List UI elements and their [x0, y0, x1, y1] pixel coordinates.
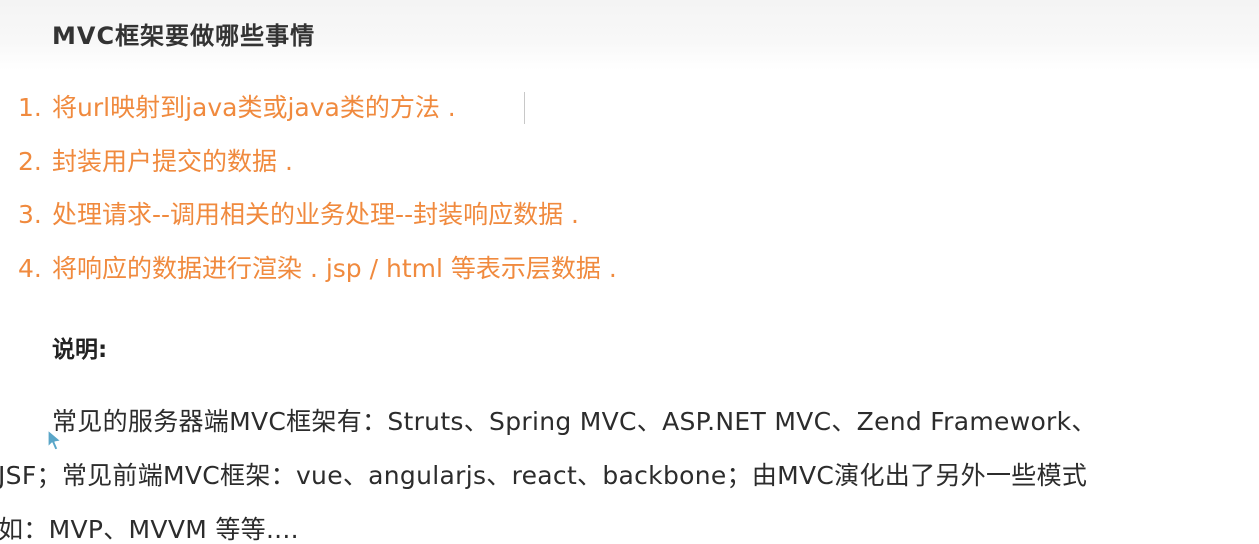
list-item: 2. 封装用户提交的数据 .	[18, 142, 617, 196]
note-heading: 说明:	[52, 337, 108, 363]
list-item: 3. 处理请求--调用相关的业务处理--封装响应数据 .	[18, 195, 617, 249]
page-title: MVC框架要做哪些事情	[52, 22, 316, 50]
list-item-text: 将url映射到java类或java类的方法 .	[52, 93, 456, 122]
list-item-text: 处理请求--调用相关的业务处理--封装响应数据 .	[52, 200, 579, 229]
text-caret	[524, 92, 525, 124]
steps-list: 1. 将url映射到java类或java类的方法 . 2. 封装用户提交的数据 . …	[18, 88, 617, 302]
list-item: 4. 将响应的数据进行渲染 . jsp / html 等表示层数据 .	[18, 249, 617, 303]
list-item-text: 封装用户提交的数据 .	[52, 146, 293, 176]
list-item-number: 4.	[18, 253, 42, 283]
mouse-pointer-icon	[47, 429, 62, 451]
list-item-number: 3.	[18, 200, 42, 229]
list-item-number: 1.	[18, 93, 42, 122]
list-item-text: 将响应的数据进行渲染 . jsp / html 等表示层数据 .	[52, 253, 617, 283]
list-item: 1. 将url映射到java类或java类的方法 .	[18, 88, 617, 142]
list-item-number: 2.	[18, 146, 42, 176]
paragraph-line-1: 常见的服务器端MVC框架有：Struts、Spring MVC、ASP.NET …	[52, 407, 1097, 436]
document-page: MVC框架要做哪些事情 1. 将url映射到java类或java类的方法 . 2.…	[0, 0, 1259, 544]
paragraph-line-3: 如：MVP、MVVM 等等....	[0, 515, 299, 544]
paragraph-line-2: JSF；常见前端MVC框架：vue、angularjs、react、backbo…	[0, 461, 1088, 490]
